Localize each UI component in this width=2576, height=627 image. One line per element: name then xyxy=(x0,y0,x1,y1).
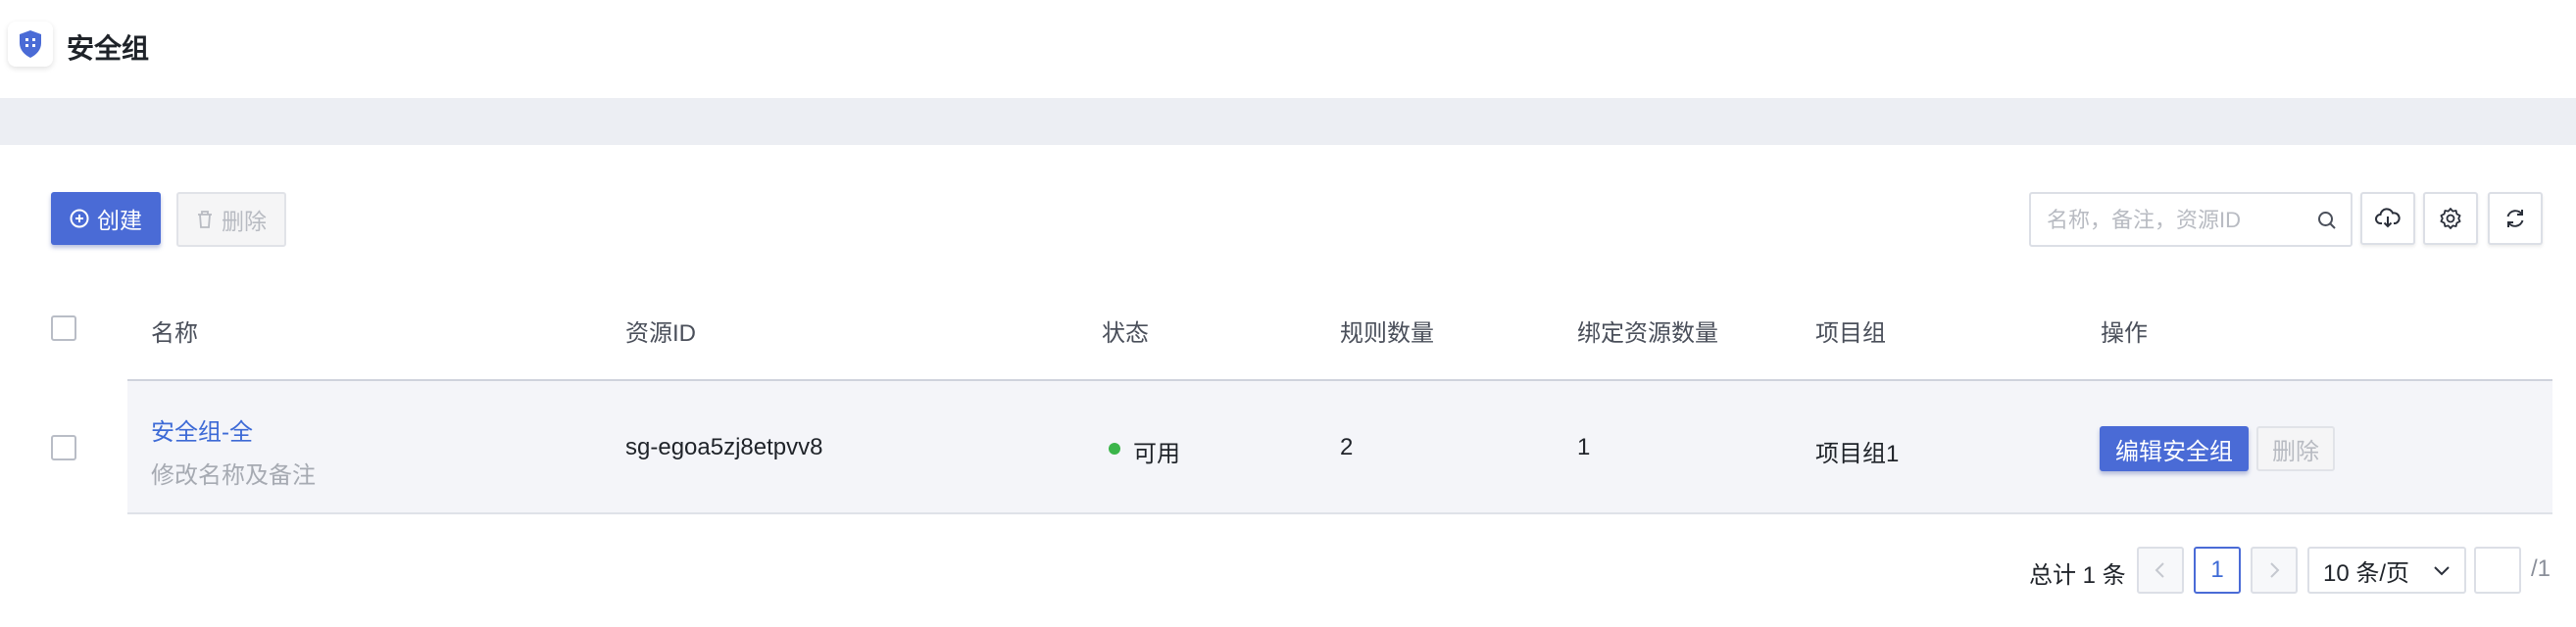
row-delete-button[interactable]: 删除 xyxy=(2256,426,2335,471)
create-button[interactable]: 创建 xyxy=(51,192,161,245)
pagination-total: 总计 1 条 xyxy=(2029,562,2126,589)
refresh-icon xyxy=(2506,210,2524,227)
row-edit-note-link[interactable]: 修改名称及备注 xyxy=(151,456,316,490)
column-header-bound-count[interactable]: 绑定资源数量 xyxy=(1577,314,1718,348)
column-header-project[interactable]: 项目组 xyxy=(1815,314,1886,348)
column-header-status[interactable]: 状态 xyxy=(1102,314,1149,348)
search-icon[interactable] xyxy=(2317,211,2337,230)
row-checkbox[interactable] xyxy=(51,435,76,460)
select-all-checkbox[interactable] xyxy=(51,315,76,341)
row-project: 项目组1 xyxy=(1815,441,1900,467)
row-bound-count: 1 xyxy=(1577,434,1591,460)
gear-icon xyxy=(2440,208,2461,229)
next-page-button[interactable] xyxy=(2251,547,2298,594)
chevron-right-icon xyxy=(2270,562,2280,578)
plus-circle-icon xyxy=(70,209,89,228)
chevron-left-icon xyxy=(2155,562,2164,578)
search-input[interactable] xyxy=(2045,204,2304,237)
bulk-delete-label: 删除 xyxy=(222,209,267,234)
download-button[interactable] xyxy=(2360,192,2415,245)
column-header-actions: 操作 xyxy=(2101,320,2148,347)
status-dot-icon xyxy=(1109,443,1120,455)
refresh-button[interactable] xyxy=(2488,192,2543,245)
create-button-label: 创建 xyxy=(97,208,142,233)
top-header: 安全组 xyxy=(0,0,2576,98)
bulk-delete-button[interactable]: 删除 xyxy=(176,192,286,247)
prev-page-button[interactable] xyxy=(2137,547,2184,594)
page-size-select[interactable]: 10 条/页 xyxy=(2307,547,2466,594)
row-name-link[interactable]: 安全组-全 xyxy=(151,412,253,447)
column-header-rule-count[interactable]: 规则数量 xyxy=(1340,314,1434,348)
search-box xyxy=(2029,192,2353,247)
page-jump-input[interactable] xyxy=(2474,547,2521,594)
edit-security-group-button[interactable]: 编辑安全组 xyxy=(2100,426,2249,471)
page-title: 安全组 xyxy=(67,33,150,64)
settings-button[interactable] xyxy=(2423,192,2478,245)
row-resource-id: sg-egoa5zj8etpvv8 xyxy=(625,434,823,460)
chevron-down-icon xyxy=(2434,566,2450,576)
page-1-button[interactable]: 1 xyxy=(2194,547,2241,594)
row-rule-count: 2 xyxy=(1340,434,1354,460)
header-divider-band xyxy=(0,98,2576,145)
total-pages: /1 xyxy=(2531,555,2551,582)
row-status: 可用 xyxy=(1133,441,1180,467)
column-header-name[interactable]: 名称 xyxy=(151,314,198,348)
shield-logo-icon xyxy=(8,22,53,67)
trash-icon xyxy=(198,211,212,228)
column-header-resource-id[interactable]: 资源ID xyxy=(625,314,696,348)
cloud-download-icon xyxy=(2375,208,2401,228)
page-size-value: 10 条/页 xyxy=(2323,559,2410,587)
